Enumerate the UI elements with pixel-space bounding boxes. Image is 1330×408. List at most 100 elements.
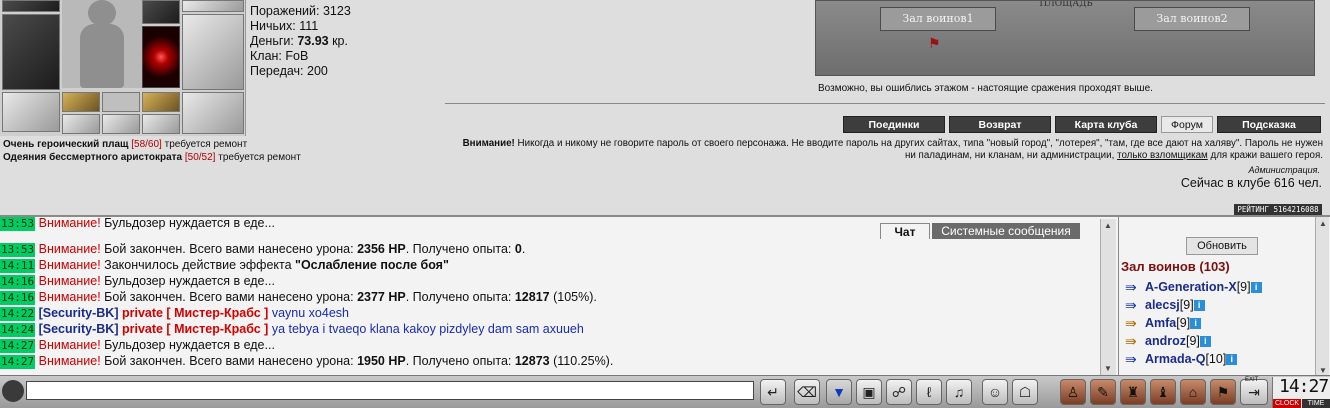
player-row[interactable]: A-Generation-X[9]i	[1123, 278, 1262, 296]
warning-text-end: для кражи вашего героя.	[1207, 150, 1323, 161]
player-name[interactable]: androz	[1145, 334, 1186, 348]
player-row[interactable]: Armada-Q[10]i	[1123, 350, 1238, 368]
password-warning: Внимание! Никогда и никому не говорите п…	[455, 138, 1323, 162]
refresh-button[interactable]: Обновить	[1186, 237, 1258, 255]
info-icon[interactable]: i	[1199, 336, 1211, 348]
send-icon[interactable]: ↵	[760, 379, 786, 405]
damage-value: 2356 HP	[357, 242, 406, 256]
player-name[interactable]: alecsj	[1145, 298, 1180, 312]
bracers-slot[interactable]	[2, 92, 60, 132]
ring-slot[interactable]	[182, 0, 244, 12]
message-time: 14:24	[0, 323, 36, 337]
repair-list: Очень героический плащ [58/60] требуется…	[3, 138, 301, 164]
player-name[interactable]: Armada-Q	[1145, 352, 1205, 366]
message-text: (110.25%).	[549, 354, 614, 368]
shop-icon[interactable]: ⌂	[1180, 379, 1206, 405]
clock-labels: CLOCK TIME	[1273, 399, 1330, 408]
back-button[interactable]: Возврат	[949, 116, 1051, 133]
exit-label: EXIT	[1245, 377, 1259, 383]
hall-1-door[interactable]: Зал воинов1	[880, 7, 996, 31]
message-sender[interactable]: [Security-BK]	[39, 306, 119, 320]
money-value: 73.93	[297, 34, 329, 48]
info-icon[interactable]: i	[1193, 300, 1205, 312]
attention-label: Внимание!	[38, 290, 101, 304]
players-scrollbar[interactable]: ▲ ▼	[1315, 217, 1329, 375]
info-icon[interactable]: i	[1226, 354, 1238, 366]
rating-counter[interactable]: РЕЙТИНГ 5164216088	[1234, 204, 1322, 215]
chat-message: 14:24 [Security-BK] private [ Мистер-Кра…	[0, 322, 584, 337]
scroll-down-icon[interactable]: ▼	[1319, 366, 1327, 375]
clan-stat: Клан: FoB	[250, 49, 309, 63]
save-icon[interactable]: ▣	[856, 379, 882, 405]
player-row[interactable]: alecsj[9]i	[1123, 296, 1205, 314]
potion-icon[interactable]: ♙	[1060, 379, 1086, 405]
sound-icon[interactable]: ♫	[946, 379, 972, 405]
player-name[interactable]: Amfa	[1145, 316, 1176, 330]
info-icon[interactable]: i	[1190, 318, 1202, 330]
player-level: [9]	[1176, 316, 1191, 330]
helmet-slot[interactable]	[2, 0, 60, 12]
duels-button[interactable]: Поединки	[843, 116, 945, 133]
scroll-icon[interactable]: ✎	[1090, 379, 1116, 405]
transfers-stat: Передач: 200	[250, 64, 328, 78]
player-name[interactable]: A-Generation-X	[1145, 280, 1237, 294]
translit-icon[interactable]: ℓ	[916, 379, 942, 405]
scroll-slot-2[interactable]	[142, 92, 180, 112]
map-note: Возможно, вы ошиблись этажом - настоящие…	[818, 83, 1153, 94]
player-level: [9]	[1185, 334, 1200, 348]
cloak-slot[interactable]	[2, 14, 60, 90]
scroll-slot-1[interactable]	[62, 92, 100, 112]
eraser-icon[interactable]: ⌫	[794, 379, 820, 405]
empty-slot-1[interactable]	[102, 92, 140, 112]
defeats-stat: Поражений: 3123	[250, 4, 351, 18]
scroll-down-icon[interactable]: ▼	[1104, 364, 1112, 373]
walk-icon[interactable]: ☍	[886, 379, 912, 405]
flag-icon[interactable]: ⚑	[1210, 379, 1236, 405]
scroll-up-icon[interactable]: ▲	[1104, 221, 1112, 230]
chat-message: 14:27 Внимание! Бульдозер нуждается в ед…	[0, 338, 275, 353]
emoticon-icon[interactable]	[2, 380, 24, 402]
clock-label[interactable]: CLOCK	[1273, 399, 1301, 408]
player-row[interactable]: androz[9]i	[1123, 332, 1211, 350]
hall-2-door[interactable]: Зал воинов2	[1134, 7, 1250, 31]
belt-slot-3[interactable]	[142, 114, 180, 134]
boots-slot[interactable]	[182, 92, 244, 134]
hint-button[interactable]: Подсказка	[1217, 116, 1321, 133]
repair-item-durability: [58/60]	[131, 139, 162, 150]
belt-slot-2[interactable]	[102, 114, 140, 134]
message-time: 14:16	[0, 275, 36, 289]
chat-scrollbar[interactable]: ▲ ▼	[1100, 219, 1116, 375]
party-icon[interactable]: ☖	[1012, 379, 1038, 405]
belt-slot-1[interactable]	[62, 114, 100, 134]
inventory-icon[interactable]: ♜	[1120, 379, 1146, 405]
armor-slot[interactable]	[182, 14, 244, 90]
message-time: 13:53	[0, 243, 36, 257]
attention-label: Внимание!	[38, 274, 101, 288]
message-sender[interactable]: [Security-BK]	[39, 322, 119, 336]
divider	[445, 103, 1325, 104]
tab-chat[interactable]: Чат	[880, 223, 930, 239]
message-time: 14:11	[0, 259, 36, 273]
skills-icon[interactable]: ♝	[1150, 379, 1176, 405]
smiley-icon[interactable]: ☺	[982, 379, 1008, 405]
club-map-button[interactable]: Карта клуба	[1055, 116, 1157, 133]
time-label[interactable]: TIME	[1302, 399, 1330, 408]
filter-icon[interactable]: ▼	[826, 379, 852, 405]
magic-orb-slot[interactable]	[142, 26, 180, 88]
message-text: Бой закончен. Всего вами нанесено урона:	[100, 242, 358, 256]
repair-item: Одеяния бессмертного аристократа [50/52]…	[3, 151, 301, 164]
weapon-slot[interactable]	[142, 0, 180, 24]
forum-button[interactable]: Форум	[1161, 116, 1213, 133]
info-icon[interactable]: i	[1250, 282, 1262, 294]
chat-message: 13:53 Внимание! Бульдозер нуждается в ед…	[0, 217, 275, 231]
player-row[interactable]: Amfa[9]i	[1123, 314, 1202, 332]
tab-system-messages[interactable]: Системные сообщения	[932, 223, 1080, 239]
private-recipient[interactable]: private [ Мистер-Крабс ]	[122, 306, 268, 320]
warning-link[interactable]: только взломщикам	[1117, 150, 1208, 161]
scroll-up-icon[interactable]: ▲	[1319, 219, 1327, 228]
figure-torso	[80, 24, 124, 88]
player-level: [9]	[1179, 298, 1194, 312]
private-recipient[interactable]: private [ Мистер-Крабс ]	[122, 322, 268, 336]
chat-input[interactable]	[26, 381, 754, 400]
hall-title: Зал воинов (103)	[1121, 259, 1230, 274]
